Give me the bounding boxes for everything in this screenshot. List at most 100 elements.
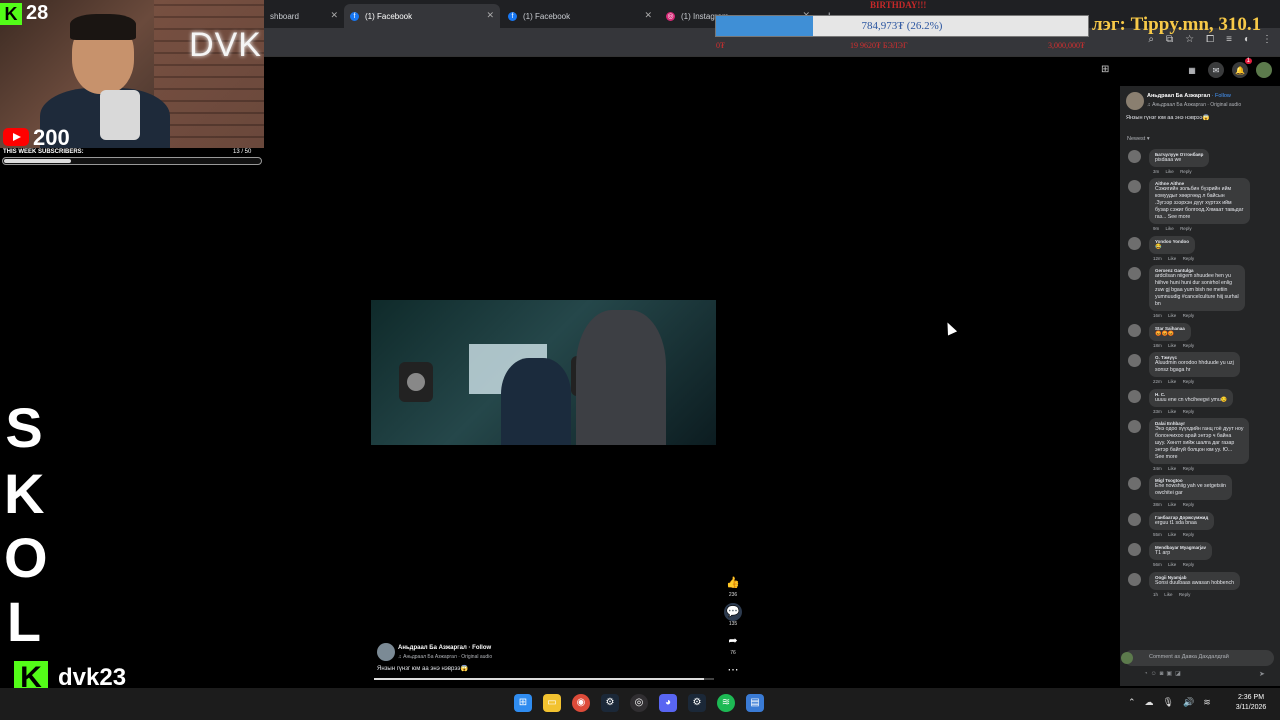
profile-avatar[interactable]	[1256, 62, 1272, 78]
author-name[interactable]: Аньдраал Ба Азжаргал	[1147, 93, 1210, 99]
clock-date: 3/11/2026	[1235, 704, 1267, 711]
tab-facebook-active[interactable]: f (1) Facebook ✕	[344, 4, 500, 28]
steam-icon[interactable]: ⚙	[601, 694, 619, 712]
like-link[interactable]: Like	[1166, 169, 1174, 174]
speaker	[399, 362, 433, 402]
subs-progress-text: 13 / 50	[233, 149, 252, 155]
close-tab-icon[interactable]: ✕	[486, 10, 494, 21]
mic-icon[interactable]: 🎙	[1163, 697, 1174, 708]
reply-link[interactable]: Reply	[1183, 343, 1195, 348]
like-link[interactable]: Like	[1166, 226, 1174, 231]
menu-grid-icon[interactable]: ▦	[1184, 62, 1200, 78]
commenter-avatar[interactable]	[1128, 180, 1141, 193]
expand-icon[interactable]: ⊞	[1101, 64, 1109, 75]
like-icon[interactable]: 👍	[724, 574, 742, 592]
comment-item: Migl Tsogtoo Ene nowshiig yah ve setgetsi…	[1126, 475, 1276, 507]
commenter-avatar[interactable]	[1128, 150, 1141, 163]
like-link[interactable]: Like	[1168, 409, 1176, 414]
gif-icon[interactable]: ▣	[1166, 671, 1175, 677]
like-link[interactable]: Like	[1168, 313, 1176, 318]
video-player[interactable]	[371, 300, 716, 445]
taskbar-clock[interactable]: 2:36 PM 3/11/2026	[1226, 693, 1276, 713]
more-options-icon[interactable]: ⋯	[724, 661, 742, 679]
like-link[interactable]: Like	[1168, 502, 1176, 507]
tab-dashboard[interactable]: shboard ✕	[264, 4, 344, 28]
close-tab-icon[interactable]: ✕	[644, 10, 652, 21]
notifications-icon[interactable]: 🔔 1	[1232, 58, 1252, 78]
author-avatar[interactable]	[377, 643, 395, 661]
youtube-icon	[3, 128, 29, 146]
audio-label[interactable]: ♫ Аньдраал Ба Азжаргал · Original audio	[398, 654, 492, 660]
spotify-icon[interactable]: ≋	[717, 694, 735, 712]
commenter-avatar[interactable]	[1128, 573, 1141, 586]
comment-text: Aluudmin oorodoo hhduude yu uzj sonsz bg…	[1155, 360, 1234, 373]
close-tab-icon[interactable]: ✕	[330, 10, 338, 21]
reply-link[interactable]: Reply	[1180, 169, 1192, 174]
like-link[interactable]: Like	[1168, 562, 1176, 567]
wifi-icon[interactable]: ≋	[1203, 697, 1211, 708]
steam-icon[interactable]: ⚙	[688, 694, 706, 712]
file-explorer-icon[interactable]: ▭	[543, 694, 561, 712]
like-link[interactable]: Like	[1168, 256, 1176, 261]
video-progress-bar[interactable]	[374, 678, 714, 680]
network-icon[interactable]: ☁	[1145, 697, 1154, 708]
chevron-up-icon[interactable]: ⌃	[1128, 697, 1136, 708]
share-icon[interactable]: ➦	[724, 632, 742, 650]
donation-max: 3,000,000₮	[1048, 41, 1085, 50]
commenter-avatar[interactable]	[1128, 267, 1141, 280]
commenter-avatar[interactable]	[1128, 354, 1141, 367]
comment-item: H. C. uuuu ene cn vhciheegvi ymu😏 33m Like…	[1126, 388, 1276, 414]
tab-facebook[interactable]: f (1) Facebook ✕	[502, 4, 658, 28]
commenter-avatar[interactable]	[1128, 324, 1141, 337]
commenter-avatar[interactable]	[1128, 543, 1141, 556]
sticker-icon[interactable]: ◪	[1175, 671, 1184, 677]
comment-bubble: H. C. uuuu ene cn vhciheegvi ymu😏	[1149, 389, 1234, 407]
reply-link[interactable]: Reply	[1183, 466, 1195, 471]
windows-start-icon[interactable]: ⊞	[514, 694, 532, 712]
like-link[interactable]: Like	[1168, 532, 1176, 537]
facebook-icon: f	[350, 11, 359, 21]
chrome-icon[interactable]: ◉	[572, 694, 590, 712]
reply-link[interactable]: Reply	[1183, 256, 1195, 261]
author-name[interactable]: Аньдраал Ба Азжаргал	[398, 645, 467, 651]
reply-link[interactable]: Reply	[1183, 379, 1195, 384]
author-line: Аньдраал Ба Азжаргал · Follow	[398, 645, 491, 651]
messenger-icon[interactable]: ✉	[1208, 62, 1224, 78]
like-link[interactable]: Like	[1164, 592, 1172, 597]
follow-link[interactable]: · Follow	[468, 645, 491, 651]
discord-icon[interactable]: ◕	[659, 694, 677, 712]
like-link[interactable]: Like	[1168, 343, 1176, 348]
volume-icon[interactable]: 🔊	[1183, 697, 1194, 708]
reply-link[interactable]: Reply	[1180, 226, 1192, 231]
reply-link[interactable]: Reply	[1183, 502, 1195, 507]
emoji-icon[interactable]: ☺	[1151, 671, 1160, 677]
commenter-avatar[interactable]	[1128, 513, 1141, 526]
comment-bubble: Yondoo Yondoo 😂	[1149, 236, 1195, 254]
commenter-avatar[interactable]	[1128, 420, 1141, 433]
follow-link[interactable]: · Follow	[1212, 93, 1231, 99]
commenter-avatar[interactable]	[1128, 390, 1141, 403]
reply-link[interactable]: Reply	[1183, 532, 1195, 537]
comment-input[interactable]: Comment as Давка Дахдалдгай	[1121, 650, 1274, 666]
commenter-avatar[interactable]	[1128, 237, 1141, 250]
comment-text: 😡😡😡	[1155, 331, 1175, 337]
reply-link[interactable]: Reply	[1183, 562, 1195, 567]
reply-link[interactable]: Reply	[1183, 313, 1195, 318]
notepad-icon[interactable]: ▤	[746, 694, 764, 712]
avatar-sticker-icon[interactable]: ◔	[1144, 671, 1151, 677]
like-link[interactable]: Like	[1168, 466, 1176, 471]
audio-label[interactable]: ♫ Аньдраал Ба Азжаргал · Original audio	[1147, 102, 1241, 108]
facebook-header	[264, 56, 1280, 86]
reply-link[interactable]: Reply	[1179, 592, 1191, 597]
commenter-avatar[interactable]	[1128, 477, 1141, 490]
comment-sort-dropdown[interactable]: Newest ▾	[1127, 136, 1150, 142]
comment-icon[interactable]: 💬	[724, 603, 742, 621]
author-avatar[interactable]	[1126, 92, 1144, 110]
comment-bubble: Oogii Nyamjab Sonsi duulbaas awasan hobbe…	[1149, 572, 1241, 590]
donation-goal-bar: 784,973₮ (26.2%)	[715, 15, 1089, 37]
menu-icon[interactable]: ⋮	[1262, 34, 1272, 45]
like-link[interactable]: Like	[1168, 379, 1176, 384]
obs-icon[interactable]: ◎	[630, 694, 648, 712]
send-icon[interactable]: ➤	[1259, 670, 1265, 678]
reply-link[interactable]: Reply	[1183, 409, 1195, 414]
